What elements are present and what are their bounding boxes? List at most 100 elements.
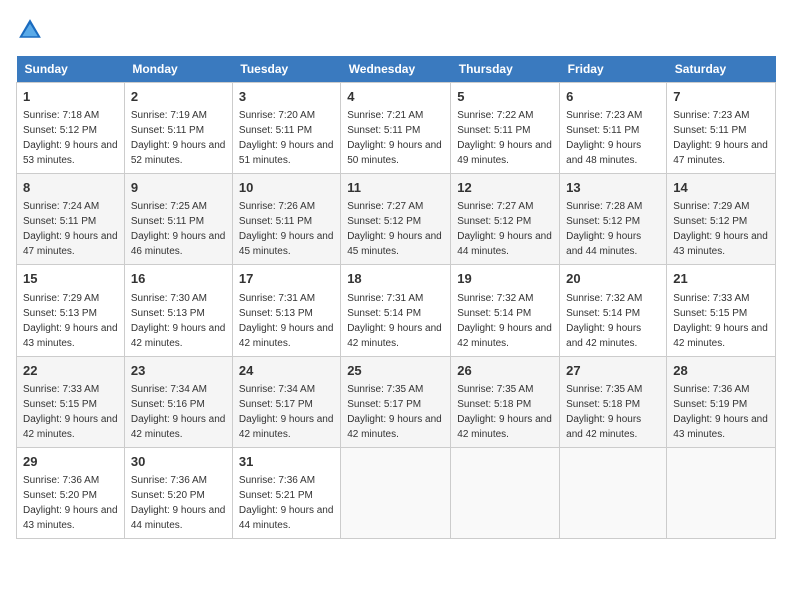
sunrise-info: Sunrise: 7:36 AM xyxy=(23,475,99,486)
daylight-info: Daylight: 9 hours and 49 minutes. xyxy=(457,140,552,166)
sunset-info: Sunset: 5:20 PM xyxy=(131,490,205,501)
calendar-cell xyxy=(451,447,560,538)
sunset-info: Sunset: 5:11 PM xyxy=(673,125,746,136)
calendar-cell: 23 Sunrise: 7:34 AM Sunset: 5:16 PM Dayl… xyxy=(124,356,232,447)
calendar-cell: 4 Sunrise: 7:21 AM Sunset: 5:11 PM Dayli… xyxy=(341,83,451,174)
sunset-info: Sunset: 5:12 PM xyxy=(673,216,747,227)
day-number: 15 xyxy=(23,270,118,288)
day-number: 5 xyxy=(457,88,553,106)
day-number: 24 xyxy=(239,362,334,380)
daylight-info: Daylight: 9 hours and 42 minutes. xyxy=(566,414,641,440)
calendar-cell: 24 Sunrise: 7:34 AM Sunset: 5:17 PM Dayl… xyxy=(232,356,340,447)
day-number: 18 xyxy=(347,270,444,288)
day-number: 17 xyxy=(239,270,334,288)
sunset-info: Sunset: 5:12 PM xyxy=(347,216,421,227)
sunrise-info: Sunrise: 7:31 AM xyxy=(347,293,423,304)
column-header-monday: Monday xyxy=(124,56,232,83)
day-number: 9 xyxy=(131,179,226,197)
daylight-info: Daylight: 9 hours and 43 minutes. xyxy=(23,505,118,531)
calendar-table: SundayMondayTuesdayWednesdayThursdayFrid… xyxy=(16,56,776,539)
sunset-info: Sunset: 5:17 PM xyxy=(347,399,421,410)
sunrise-info: Sunrise: 7:35 AM xyxy=(347,384,423,395)
calendar-cell: 31 Sunrise: 7:36 AM Sunset: 5:21 PM Dayl… xyxy=(232,447,340,538)
calendar-cell: 21 Sunrise: 7:33 AM Sunset: 5:15 PM Dayl… xyxy=(667,265,776,356)
daylight-info: Daylight: 9 hours and 44 minutes. xyxy=(131,505,226,531)
day-number: 31 xyxy=(239,453,334,471)
sunset-info: Sunset: 5:11 PM xyxy=(131,125,204,136)
calendar-week-row: 29 Sunrise: 7:36 AM Sunset: 5:20 PM Dayl… xyxy=(17,447,776,538)
daylight-info: Daylight: 9 hours and 43 minutes. xyxy=(673,231,768,257)
sunrise-info: Sunrise: 7:29 AM xyxy=(673,201,749,212)
daylight-info: Daylight: 9 hours and 42 minutes. xyxy=(239,414,334,440)
sunrise-info: Sunrise: 7:28 AM xyxy=(566,201,642,212)
calendar-cell: 9 Sunrise: 7:25 AM Sunset: 5:11 PM Dayli… xyxy=(124,174,232,265)
sunset-info: Sunset: 5:19 PM xyxy=(673,399,747,410)
day-number: 19 xyxy=(457,270,553,288)
sunrise-info: Sunrise: 7:19 AM xyxy=(131,110,207,121)
sunset-info: Sunset: 5:11 PM xyxy=(566,125,639,136)
sunrise-info: Sunrise: 7:34 AM xyxy=(239,384,315,395)
daylight-info: Daylight: 9 hours and 42 minutes. xyxy=(457,414,552,440)
sunrise-info: Sunrise: 7:29 AM xyxy=(23,293,99,304)
sunset-info: Sunset: 5:11 PM xyxy=(239,216,312,227)
day-number: 8 xyxy=(23,179,118,197)
sunset-info: Sunset: 5:20 PM xyxy=(23,490,97,501)
daylight-info: Daylight: 9 hours and 51 minutes. xyxy=(239,140,334,166)
calendar-cell xyxy=(667,447,776,538)
daylight-info: Daylight: 9 hours and 50 minutes. xyxy=(347,140,442,166)
sunrise-info: Sunrise: 7:33 AM xyxy=(23,384,99,395)
column-header-friday: Friday xyxy=(560,56,667,83)
daylight-info: Daylight: 9 hours and 42 minutes. xyxy=(457,323,552,349)
sunset-info: Sunset: 5:16 PM xyxy=(131,399,205,410)
day-number: 14 xyxy=(673,179,769,197)
daylight-info: Daylight: 9 hours and 47 minutes. xyxy=(673,140,768,166)
calendar-cell: 6 Sunrise: 7:23 AM Sunset: 5:11 PM Dayli… xyxy=(560,83,667,174)
daylight-info: Daylight: 9 hours and 43 minutes. xyxy=(23,323,118,349)
daylight-info: Daylight: 9 hours and 46 minutes. xyxy=(131,231,226,257)
calendar-week-row: 15 Sunrise: 7:29 AM Sunset: 5:13 PM Dayl… xyxy=(17,265,776,356)
sunset-info: Sunset: 5:11 PM xyxy=(239,125,312,136)
sunset-info: Sunset: 5:18 PM xyxy=(457,399,531,410)
day-number: 11 xyxy=(347,179,444,197)
sunset-info: Sunset: 5:11 PM xyxy=(457,125,530,136)
sunset-info: Sunset: 5:21 PM xyxy=(239,490,313,501)
sunrise-info: Sunrise: 7:35 AM xyxy=(566,384,642,395)
calendar-week-row: 8 Sunrise: 7:24 AM Sunset: 5:11 PM Dayli… xyxy=(17,174,776,265)
sunset-info: Sunset: 5:13 PM xyxy=(23,308,97,319)
column-header-wednesday: Wednesday xyxy=(341,56,451,83)
day-number: 6 xyxy=(566,88,660,106)
sunrise-info: Sunrise: 7:32 AM xyxy=(566,293,642,304)
sunset-info: Sunset: 5:14 PM xyxy=(347,308,421,319)
day-number: 10 xyxy=(239,179,334,197)
calendar-cell: 10 Sunrise: 7:26 AM Sunset: 5:11 PM Dayl… xyxy=(232,174,340,265)
day-number: 29 xyxy=(23,453,118,471)
sunrise-info: Sunrise: 7:27 AM xyxy=(347,201,423,212)
calendar-week-row: 1 Sunrise: 7:18 AM Sunset: 5:12 PM Dayli… xyxy=(17,83,776,174)
calendar-cell: 8 Sunrise: 7:24 AM Sunset: 5:11 PM Dayli… xyxy=(17,174,125,265)
daylight-info: Daylight: 9 hours and 48 minutes. xyxy=(566,140,641,166)
daylight-info: Daylight: 9 hours and 45 minutes. xyxy=(239,231,334,257)
sunrise-info: Sunrise: 7:24 AM xyxy=(23,201,99,212)
day-number: 20 xyxy=(566,270,660,288)
column-header-saturday: Saturday xyxy=(667,56,776,83)
sunrise-info: Sunrise: 7:18 AM xyxy=(23,110,99,121)
calendar-cell: 30 Sunrise: 7:36 AM Sunset: 5:20 PM Dayl… xyxy=(124,447,232,538)
day-number: 23 xyxy=(131,362,226,380)
calendar-cell: 29 Sunrise: 7:36 AM Sunset: 5:20 PM Dayl… xyxy=(17,447,125,538)
page-header xyxy=(16,16,776,44)
calendar-cell: 15 Sunrise: 7:29 AM Sunset: 5:13 PM Dayl… xyxy=(17,265,125,356)
sunrise-info: Sunrise: 7:32 AM xyxy=(457,293,533,304)
day-number: 21 xyxy=(673,270,769,288)
day-number: 26 xyxy=(457,362,553,380)
sunrise-info: Sunrise: 7:36 AM xyxy=(673,384,749,395)
day-number: 2 xyxy=(131,88,226,106)
logo xyxy=(16,16,48,44)
calendar-cell: 1 Sunrise: 7:18 AM Sunset: 5:12 PM Dayli… xyxy=(17,83,125,174)
day-number: 7 xyxy=(673,88,769,106)
sunset-info: Sunset: 5:18 PM xyxy=(566,399,640,410)
calendar-cell: 17 Sunrise: 7:31 AM Sunset: 5:13 PM Dayl… xyxy=(232,265,340,356)
sunset-info: Sunset: 5:12 PM xyxy=(566,216,640,227)
daylight-info: Daylight: 9 hours and 43 minutes. xyxy=(673,414,768,440)
sunset-info: Sunset: 5:11 PM xyxy=(23,216,96,227)
sunrise-info: Sunrise: 7:36 AM xyxy=(131,475,207,486)
